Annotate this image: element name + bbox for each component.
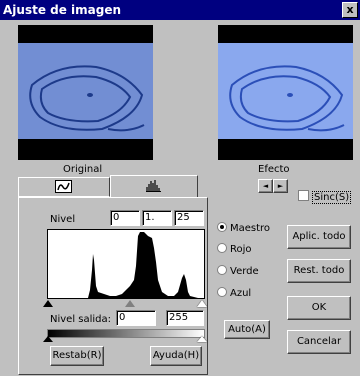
auto-button[interactable]: Auto(A) — [224, 320, 270, 339]
level-gamma-input[interactable]: 1. — [142, 210, 172, 226]
channel-label-blue: Azul — [230, 288, 252, 299]
reset-all-button[interactable]: Rest. todo — [287, 259, 351, 283]
histogram-box — [47, 229, 205, 299]
channel-radio-red[interactable]: Rojo — [217, 243, 252, 255]
cancel-button[interactable]: Cancelar — [287, 330, 351, 354]
ok-button[interactable]: OK — [287, 296, 351, 320]
channel-label-master: Maestro — [230, 223, 271, 234]
original-preview-image — [18, 43, 153, 139]
restore-button[interactable]: Restab(R) — [50, 346, 104, 366]
radio-dot — [217, 265, 227, 275]
input-white-slider[interactable] — [197, 300, 207, 307]
output-black-slider[interactable] — [43, 336, 53, 342]
radio-dot — [217, 243, 227, 253]
window-title: Ajuste de imagen — [3, 3, 122, 17]
original-preview — [18, 25, 153, 160]
output-high-input[interactable]: 255 — [166, 310, 204, 326]
scroll-right-button[interactable]: ► — [273, 179, 288, 193]
level-label: Nivel — [50, 214, 76, 225]
scroll-left-button[interactable]: ◄ — [258, 179, 273, 193]
tab-curves[interactable] — [18, 177, 110, 197]
effect-preview-image — [218, 43, 353, 139]
title-bar[interactable]: Ajuste de imagen x — [0, 0, 360, 20]
output-white-slider[interactable] — [197, 336, 207, 342]
tab-histogram[interactable] — [110, 175, 198, 197]
sync-checkbox[interactable]: Sinc(S) — [298, 190, 352, 204]
level-low-input[interactable]: 0 — [110, 210, 140, 226]
channel-radio-green[interactable]: Verde — [217, 265, 259, 277]
effect-label: Efecto — [258, 164, 290, 175]
channel-radio-master[interactable]: Maestro — [217, 222, 270, 234]
output-level-label: Nivel salida: — [50, 314, 112, 325]
original-label: Original — [63, 164, 103, 175]
curve-icon — [55, 180, 72, 193]
sync-label: Sinc(S) — [312, 191, 352, 204]
channel-label-green: Verde — [230, 266, 259, 277]
output-low-input[interactable]: 0 — [116, 310, 156, 326]
histogram-icon — [146, 180, 161, 192]
sync-checkbox-box[interactable] — [298, 190, 309, 201]
radio-dot — [217, 222, 227, 232]
radio-dot — [217, 287, 227, 297]
histogram-graph — [48, 232, 198, 298]
level-high-input[interactable]: 25 — [174, 210, 204, 226]
input-black-slider[interactable] — [43, 300, 53, 307]
channel-radio-blue[interactable]: Azul — [217, 287, 251, 299]
help-button[interactable]: Ayuda(H) — [150, 346, 202, 366]
effect-preview — [218, 25, 353, 160]
input-gamma-slider[interactable] — [125, 300, 135, 307]
output-gradient — [47, 329, 205, 338]
apply-all-button[interactable]: Aplic. todo — [287, 225, 351, 249]
close-button[interactable]: x — [342, 2, 358, 18]
channel-label-red: Rojo — [230, 244, 252, 255]
image-adjust-dialog: Ajuste de imagen x Original Efecto ◄ ► S… — [0, 0, 360, 376]
